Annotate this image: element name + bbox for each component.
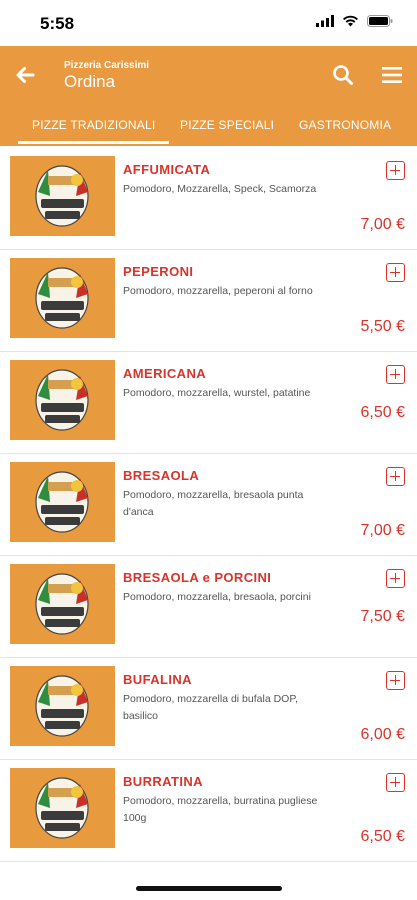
home-indicator[interactable] bbox=[136, 886, 282, 891]
product-description: Pomodoro, mozzarella, bresaola, porcini bbox=[123, 591, 311, 603]
product-description: Pomodoro, mozzarella di bufala DOP, basi… bbox=[123, 693, 298, 722]
product-price: 5,50 € bbox=[360, 318, 405, 335]
add-to-cart-icon[interactable] bbox=[386, 467, 405, 486]
list-item[interactable]: AMERICANA Pomodoro, mozzarella, wurstel,… bbox=[0, 352, 417, 454]
product-image bbox=[10, 156, 115, 236]
list-item[interactable]: BRESAOLA Pomodoro, mozzarella, bresaola … bbox=[0, 454, 417, 556]
product-description: Pomodoro, mozzarella, bresaola punta d'a… bbox=[123, 489, 304, 518]
product-price: 6,00 € bbox=[360, 726, 405, 743]
search-icon[interactable] bbox=[332, 64, 354, 86]
product-name: BRESAOLA bbox=[123, 468, 200, 483]
pizzeria-logo bbox=[35, 267, 89, 329]
product-price: 6,50 € bbox=[360, 828, 405, 845]
list-item[interactable]: AFFUMICATA Pomodoro, Mozzarella, Speck, … bbox=[0, 148, 417, 250]
pizzeria-logo bbox=[35, 675, 89, 737]
list-item[interactable]: BURRATINA Pomodoro, mozzarella, burratin… bbox=[0, 760, 417, 862]
status-bar: 5:58 bbox=[0, 0, 417, 46]
product-image bbox=[10, 258, 115, 338]
pizzeria-logo bbox=[35, 369, 89, 431]
header-subtitle: Pizzeria Carissimi bbox=[64, 60, 150, 71]
list-item[interactable]: BUFALINA Pomodoro, mozzarella di bufala … bbox=[0, 658, 417, 760]
back-icon[interactable] bbox=[14, 64, 36, 86]
header-titles: Pizzeria Carissimi Ordina bbox=[64, 60, 149, 92]
pizzeria-logo bbox=[35, 777, 89, 839]
product-name: PEPERONI bbox=[123, 264, 194, 279]
product-image bbox=[10, 360, 115, 440]
tab-gastronomia[interactable]: GASTRONOMIA bbox=[299, 118, 391, 132]
product-price: 6,50 € bbox=[360, 404, 405, 421]
app-header: Pizzeria Carissimi Ordina PIZZE TRADIZIO… bbox=[0, 46, 417, 146]
product-image bbox=[10, 564, 115, 644]
signal-icon bbox=[316, 14, 334, 32]
product-name: BUFALINA bbox=[123, 672, 192, 687]
pizzeria-logo bbox=[35, 471, 89, 533]
add-to-cart-icon[interactable] bbox=[386, 569, 405, 588]
category-tabs: PIZZE TRADIZIONALI PIZZE SPECIALI GASTRO… bbox=[0, 112, 417, 146]
product-image bbox=[10, 462, 115, 542]
product-price: 7,00 € bbox=[360, 522, 405, 539]
product-name: BRESAOLA e PORCINI bbox=[123, 570, 272, 585]
tab-pizze-speciali[interactable]: PIZZE SPECIALI bbox=[180, 118, 274, 132]
battery-icon bbox=[367, 14, 393, 32]
add-to-cart-icon[interactable] bbox=[386, 365, 405, 384]
product-description: Pomodoro, mozzarella, burratina pugliese… bbox=[123, 795, 318, 824]
list-item[interactable]: PEPERONI Pomodoro, mozzarella, peperoni … bbox=[0, 250, 417, 352]
add-to-cart-icon[interactable] bbox=[386, 161, 405, 180]
tab-pizze-tradizionali[interactable]: PIZZE TRADIZIONALI bbox=[17, 118, 170, 144]
product-description: Pomodoro, mozzarella, peperoni al forno bbox=[123, 285, 313, 297]
status-icons bbox=[316, 14, 393, 32]
page-title: Ordina bbox=[64, 72, 116, 91]
wifi-icon bbox=[342, 14, 359, 32]
product-name: AMERICANA bbox=[123, 366, 207, 381]
product-price: 7,50 € bbox=[360, 608, 405, 625]
menu-icon[interactable] bbox=[381, 64, 403, 86]
product-price: 7,00 € bbox=[360, 216, 405, 233]
add-to-cart-icon[interactable] bbox=[386, 773, 405, 792]
add-to-cart-icon[interactable] bbox=[386, 263, 405, 282]
pizzeria-logo bbox=[35, 165, 89, 227]
add-to-cart-icon[interactable] bbox=[386, 671, 405, 690]
product-image bbox=[10, 666, 115, 746]
product-description: Pomodoro, mozzarella, wurstel, patatine bbox=[123, 387, 311, 399]
status-time: 5:58 bbox=[40, 14, 75, 33]
product-image bbox=[10, 768, 115, 848]
list-item[interactable]: BRESAOLA e PORCINI Pomodoro, mozzarella,… bbox=[0, 556, 417, 658]
pizzeria-logo bbox=[35, 573, 89, 635]
product-description: Pomodoro, Mozzarella, Speck, Scamorza bbox=[123, 183, 317, 195]
product-name: AFFUMICATA bbox=[123, 162, 211, 177]
product-name: BURRATINA bbox=[123, 774, 203, 789]
